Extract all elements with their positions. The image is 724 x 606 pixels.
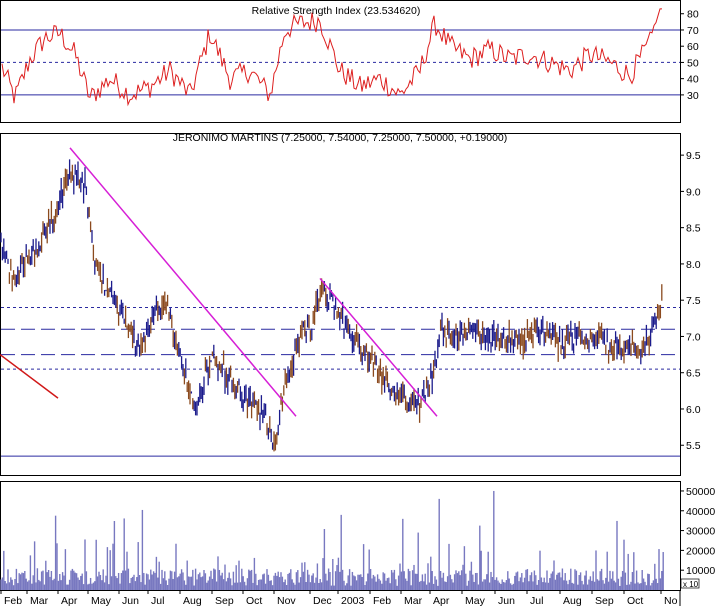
volume-tick-label: 10000: [686, 565, 715, 577]
x-tick-label: Feb: [373, 595, 391, 606]
volume-tick-label: 40000: [686, 506, 715, 518]
stock-chart: 30 40 50 60 70 80 Relative Strength Index (23…: [0, 0, 715, 606]
x-tick-label: No: [664, 595, 678, 606]
price-tick-label: 6.0: [686, 404, 701, 416]
price-tick-label: 6.5: [686, 368, 701, 380]
x-tick-label: Apr: [61, 595, 78, 606]
rsi-frame: [0, 0, 681, 123]
rsi-axis: 30 40 50 60 70 80: [680, 9, 699, 102]
volume-bars: [0, 490, 664, 590]
x-axis: Feb Mar Apr May Jun Jul Aug Sep Oct Nov Dec 2003 Feb…: [0, 590, 678, 606]
rsi-line: [1, 8, 662, 107]
volume-tick-label: 50000: [686, 486, 715, 498]
x-tick-label: Sep: [215, 595, 234, 606]
price-tick-label: 8.5: [686, 223, 701, 235]
volume-tick-label: 30000: [686, 526, 715, 538]
x-tick-label: Jun: [498, 595, 515, 606]
x-tick-label: Aug: [183, 595, 202, 606]
x-tick-label: Mar: [30, 595, 49, 606]
x-tick-label: May: [465, 595, 486, 606]
price-frame: [0, 133, 681, 476]
trendline: [319, 277, 438, 417]
price-tick-label: 5.5: [686, 440, 701, 452]
price-tick-label: 9.0: [686, 186, 701, 198]
x-tick-label: Apr: [433, 595, 450, 606]
x-tick-label: Jun: [122, 595, 139, 606]
rsi-tick-label: 40: [687, 74, 699, 86]
x-tick-label: Jul: [151, 595, 164, 606]
x-tick-label: Feb: [4, 595, 22, 606]
price-axis: 5.5 6.0 6.5 7.0 7.5 8.0 8.5 9.0 9.5: [680, 150, 701, 452]
x-tick-label: Jul: [530, 595, 543, 606]
x-tick-label: Nov: [277, 595, 296, 606]
price-tick-label: 7.5: [686, 295, 701, 307]
rsi-title: Relative Strength Index (23.534620): [252, 5, 421, 17]
price-tick-label: 8.0: [686, 259, 701, 271]
x-tick-label: Sep: [595, 595, 614, 606]
rsi-tick-label: 80: [687, 9, 699, 21]
x-tick-label: 2003: [341, 595, 365, 606]
price-tick-label: 7.0: [686, 331, 701, 343]
rsi-tick-label: 30: [687, 90, 699, 102]
x-tick-label: May: [91, 595, 112, 606]
x-tick-label: Oct: [627, 595, 643, 606]
volume-tick-label: 20000: [686, 545, 715, 557]
volume-axis: 10000 20000 30000 40000 50000 x 10: [680, 486, 715, 589]
price-candles: [0, 159, 663, 452]
rsi-tick-label: 70: [687, 25, 699, 37]
x-tick-label: Aug: [563, 595, 582, 606]
scale-label: x 10: [683, 580, 699, 589]
x-tick-label: Dec: [313, 595, 332, 606]
rsi-tick-label: 60: [687, 41, 699, 53]
trendline: [0, 353, 59, 399]
rsi-tick-label: 50: [687, 57, 699, 69]
price-tick-label: 9.5: [686, 150, 701, 162]
x-tick-label: Oct: [246, 595, 262, 606]
x-tick-label: Mar: [404, 595, 423, 606]
price-title: JERONIMO MARTINS (7.25000, 7.54000, 7.25…: [173, 132, 508, 144]
